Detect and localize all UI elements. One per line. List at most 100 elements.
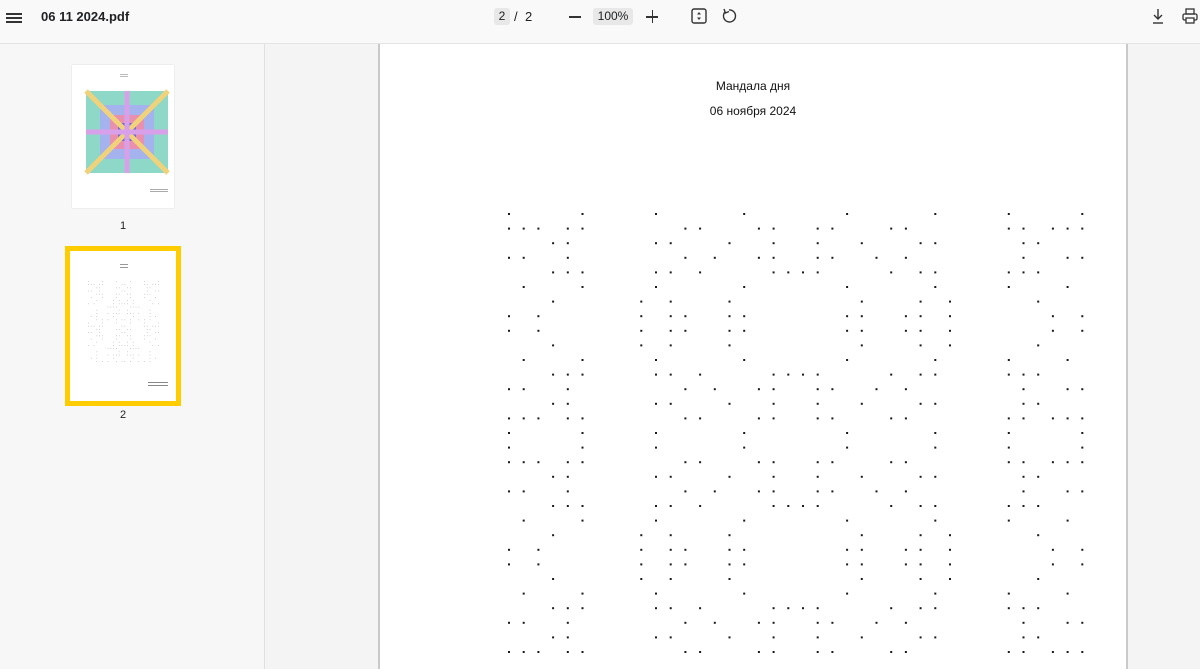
thumbnail-dot xyxy=(124,325,126,327)
mandala-dot xyxy=(552,607,555,610)
mandala-dot xyxy=(816,636,819,639)
zoom-level[interactable]: 100% xyxy=(593,8,633,25)
mandala-dot xyxy=(934,271,937,274)
zoom-out-button[interactable] xyxy=(566,6,584,26)
thumbnail-dot xyxy=(118,313,120,314)
thumbnail-dot xyxy=(121,303,123,305)
thumbnail-dot xyxy=(96,313,98,314)
thumbnail-dot xyxy=(138,354,140,356)
mandala-dot xyxy=(1007,373,1010,376)
mandala-dot xyxy=(1022,271,1025,274)
mandala-dot xyxy=(1022,227,1025,230)
mandala-dot xyxy=(846,359,849,361)
thumbnail-dot xyxy=(146,290,148,292)
mandala-dot xyxy=(757,388,760,391)
mandala-dot xyxy=(772,461,775,464)
mandala-dot xyxy=(787,271,790,274)
mandala-dot xyxy=(846,213,849,215)
fit-page-icon[interactable] xyxy=(690,6,708,26)
thumbnail-dot xyxy=(110,348,112,349)
zoom-in-button[interactable] xyxy=(643,6,661,26)
mandala-dot xyxy=(816,621,819,624)
thumbnail-dot xyxy=(132,300,134,301)
mandala-dot xyxy=(508,490,510,493)
mandala-dot xyxy=(581,227,584,230)
mandala-dot xyxy=(581,432,584,434)
mandala-dot xyxy=(1007,651,1010,653)
mandala-dot xyxy=(772,402,775,405)
total-pages: 2 xyxy=(525,9,533,24)
mandala-dot xyxy=(934,636,937,639)
mandala-dot xyxy=(537,227,540,230)
mandala-dot xyxy=(949,534,951,537)
mandala-dot xyxy=(581,213,584,215)
thumbnail-dot xyxy=(118,335,120,337)
mandala-dot xyxy=(1066,490,1069,493)
thumbnail-dot xyxy=(116,329,117,330)
mandala-dot xyxy=(640,300,643,303)
thumbnail-dot xyxy=(155,332,156,333)
mandala-dot xyxy=(522,359,525,361)
thumbnail-dot xyxy=(107,361,109,362)
thumbnail-dot xyxy=(149,319,151,321)
thumbnail-dot xyxy=(149,341,151,343)
menu-icon[interactable] xyxy=(6,11,22,25)
thumbnail-dot xyxy=(107,319,109,321)
mandala-dot xyxy=(728,563,731,566)
thumbnail-dot xyxy=(124,361,126,362)
thumbnail-dot xyxy=(107,313,109,314)
mandala-dot xyxy=(508,213,510,215)
thumbnail-dot xyxy=(116,293,117,295)
thumbnail-dot xyxy=(132,357,134,359)
thumbnail-dot xyxy=(127,300,128,301)
thumbnail-dot xyxy=(149,313,151,314)
mandala-dot xyxy=(566,417,569,420)
thumbnail-dot xyxy=(132,303,134,305)
mandala-dot xyxy=(1022,242,1025,245)
current-page-input[interactable]: 2 xyxy=(494,8,510,25)
thumbnail-dot xyxy=(127,303,128,305)
mandala-dot xyxy=(816,505,819,507)
page-thumbnail-1[interactable] xyxy=(72,65,174,208)
thumbnail-dot xyxy=(93,325,95,327)
thumbnail-dot xyxy=(121,290,123,292)
mandala-dot xyxy=(816,417,819,420)
file-name: 06 11 2024.pdf xyxy=(41,9,130,24)
thumbnail-dot xyxy=(116,338,117,340)
download-icon[interactable] xyxy=(1149,6,1167,26)
mandala-dot xyxy=(669,636,672,639)
mandala-dot xyxy=(581,446,584,449)
mandala-dot xyxy=(934,432,937,434)
mandala-dot xyxy=(816,271,819,274)
mandala-dot xyxy=(816,256,819,259)
mandala-dot xyxy=(566,490,569,493)
mandala-dot xyxy=(890,417,893,420)
thumbnail-dot xyxy=(127,293,128,295)
mandala-dot xyxy=(1007,359,1010,361)
document-viewer[interactable]: Мандала дня 06 ноября 2024 xyxy=(265,44,1200,669)
thumbnail-dot xyxy=(127,341,128,343)
thumbnail-dot xyxy=(96,354,98,356)
thumbnail-dot xyxy=(121,325,123,327)
mandala-dot xyxy=(816,388,819,391)
thumbnail-dot xyxy=(152,303,154,305)
page-thumbnail-2[interactable] xyxy=(65,246,181,406)
mandala-dot xyxy=(508,651,510,653)
thumbnail-dot xyxy=(132,354,134,356)
toolbar: 06 11 2024.pdf 2 / 2 100% xyxy=(0,0,1200,44)
thumbnail-dot xyxy=(155,284,156,285)
thumbnail-dot xyxy=(96,319,98,321)
rotate-icon[interactable] xyxy=(720,6,738,26)
thumbnail-dot xyxy=(144,361,145,362)
mandala-dot xyxy=(831,651,834,653)
print-icon[interactable] xyxy=(1181,6,1199,26)
mandala-dot xyxy=(728,534,731,537)
mandala-dot xyxy=(699,227,702,230)
mandala-dot xyxy=(1051,417,1054,420)
thumbnail-dot xyxy=(149,361,151,362)
thumbnail-dot xyxy=(118,287,120,289)
mandala-dot xyxy=(846,548,849,551)
mandala-dot xyxy=(890,651,893,653)
mandala-dot xyxy=(816,242,819,245)
mandala-dot xyxy=(566,475,569,478)
